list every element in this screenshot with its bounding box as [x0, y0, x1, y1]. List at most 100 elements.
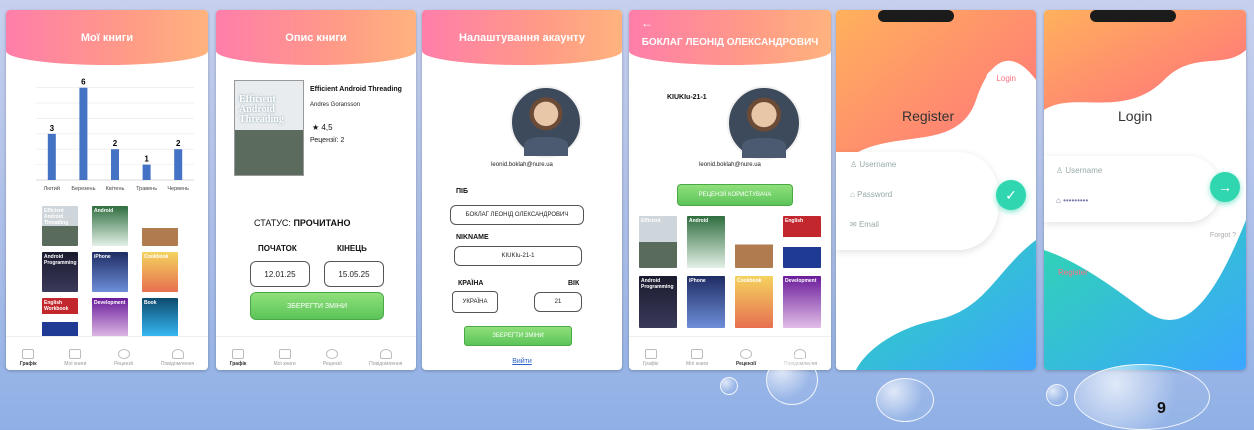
age-label: ВІК [568, 280, 580, 287]
nickname-field[interactable]: KIUKIu-21-1 [454, 246, 582, 266]
bottom-nav: Графік Мої книги Рецензії Повідомлення [6, 336, 208, 370]
book-thumbnail[interactable]: Development [92, 298, 128, 338]
book-thumbnail[interactable]: iPhone [687, 276, 725, 328]
book-thumbnail[interactable]: Kotlin [735, 216, 773, 268]
data-label: 1 [144, 155, 149, 164]
user-icon: ♙ [1056, 166, 1064, 175]
book-thumbnail[interactable]: Efficient [639, 216, 677, 268]
screen-title: Login [1118, 108, 1153, 124]
book-thumbnail[interactable]: Android [92, 206, 128, 246]
book-author: Andres Goransson [310, 102, 361, 108]
save-changes-button[interactable]: ЗБЕРЕГТИ ЗМІНИ [250, 292, 384, 320]
star-icon [740, 349, 753, 359]
x-tick-label: Березень [71, 186, 95, 192]
start-date-field[interactable]: 12.01.25 [250, 261, 310, 287]
nav-reviews[interactable]: Рецензії [736, 349, 756, 367]
arrow-right-icon[interactable]: → [1210, 172, 1240, 202]
lock-icon: ⌂ [850, 190, 855, 199]
nav-notifications[interactable]: Повідомлення [161, 349, 194, 367]
bar-chart: 3 Лютий 6 Березень 2 Квітень 1 Травень 2 Червень [36, 78, 194, 192]
nav-label: Рецензії [735, 361, 757, 367]
nav-label: Повідомлення [160, 361, 195, 367]
country-field[interactable]: УКРАЇНА [452, 291, 498, 313]
book-thumbnail[interactable]: Android Programming [42, 252, 78, 292]
user-email: leonid.boklah@nure.ua [699, 162, 761, 168]
book-thumbnail[interactable]: English [783, 216, 821, 268]
book-thumbnail[interactable]: Android Programming [639, 276, 677, 328]
forgot-password-link[interactable]: Forgot ? [1210, 232, 1236, 239]
book-thumbnail[interactable]: English Workbook [42, 298, 78, 338]
nav-reviews[interactable]: Рецензії [114, 349, 133, 367]
book-icon [691, 349, 704, 359]
register-link[interactable]: Register [1058, 268, 1088, 277]
nav-my-books[interactable]: Мої книги [274, 349, 296, 367]
nav-label: Мої книги [686, 361, 709, 367]
cover-title: Efficient Android Threading [239, 94, 284, 125]
bar [47, 133, 56, 180]
age-field[interactable]: 21 [534, 292, 582, 312]
book-grid: Efficient Android Kotlin English Android Pro… [639, 216, 823, 332]
nav-label: Графік [19, 361, 37, 367]
book-thumbnail[interactable]: Book [142, 298, 178, 338]
nav-reviews[interactable]: Рецензії [323, 349, 342, 367]
book-grid: Efficient Android Threading Android Kotlin… [42, 206, 182, 342]
nav-my-books[interactable]: Мої книги [64, 349, 86, 367]
screen-my-books: Мої книги 3 Лютий 6 Березень 2 Квітень 1 Травен… [6, 10, 208, 370]
book-thumbnail[interactable]: Efficient Android Threading [42, 206, 78, 246]
nav-label: Повідомлення [369, 361, 403, 367]
x-tick-label: Лютий [44, 185, 60, 192]
user-icon: ♙ [850, 160, 858, 169]
book-thumbnail[interactable]: Development [783, 276, 821, 328]
name-label: ПІБ [456, 188, 469, 195]
profile-nickname: KIUKIu-21-1 [667, 94, 707, 101]
nav-notifications[interactable]: Повідомлення [369, 349, 402, 367]
screen-title: Register [902, 108, 955, 124]
username-input[interactable]: ♙ Username [850, 160, 970, 174]
lock-icon: ⌂ [1056, 196, 1061, 205]
book-thumbnail[interactable]: Cookbook [142, 252, 178, 292]
bar [111, 149, 119, 180]
x-tick-label: Травень [136, 186, 157, 192]
nav-chart[interactable]: Графік [643, 349, 658, 367]
nav-label: Мої книги [273, 361, 296, 367]
screen-user-profile: ← БОКЛАГ ЛЕОНІД ОЛЕКСАНДРОВИЧ KIUKIu-21-… [629, 10, 831, 370]
bar [142, 164, 151, 180]
book-thumbnail[interactable]: Cookbook [735, 276, 773, 328]
user-avatar [727, 86, 801, 160]
back-arrow-icon[interactable]: ← [641, 16, 653, 30]
nav-label: Рецензії [114, 361, 134, 367]
logout-link[interactable]: Вийти [422, 358, 622, 365]
password-input[interactable]: ⌂ ••••••••• [1056, 196, 1186, 210]
nav-my-books[interactable]: Мої книги [686, 349, 708, 367]
home-icon [231, 349, 244, 359]
check-icon[interactable]: ✓ [996, 180, 1026, 210]
decorative-bubble [876, 378, 934, 422]
screen-header: Опис книги [216, 10, 416, 65]
end-date-field[interactable]: 15.05.25 [324, 261, 384, 287]
book-thumbnail[interactable]: Kotlin [142, 206, 178, 246]
bell-icon [171, 349, 184, 359]
book-thumbnail[interactable]: Android [687, 216, 725, 268]
nav-chart[interactable]: Графік [20, 349, 37, 367]
name-field[interactable]: БОКЛАГ ЛЕОНІД ОЛЕКСАНДРОВИЧ [450, 205, 584, 225]
login-link[interactable]: Login [986, 70, 1026, 87]
data-label: 6 [81, 78, 86, 87]
password-input[interactable]: ⌂ Password [850, 190, 970, 204]
start-label: ПОЧАТОК [258, 244, 297, 253]
data-label: 3 [50, 124, 55, 133]
country-label: КРАЇНА [458, 280, 484, 287]
book-thumbnail[interactable]: iPhone [92, 252, 128, 292]
decorative-bubble [1074, 364, 1210, 430]
screen-account-settings: Налаштування акаунту leonid.boklah@nure.… [422, 10, 622, 370]
decorative-bubble [766, 355, 818, 405]
status-value: ПРОЧИТАНО [293, 218, 351, 228]
user-reviews-button[interactable]: РЕЦЕНЗІЇ КОРИСТУВАЧА [677, 184, 793, 206]
nav-chart[interactable]: Графік [230, 349, 246, 367]
nickname-label: NIKNAME [456, 234, 489, 241]
save-changes-button[interactable]: ЗБЕРЕГТИ ЗМІНИ [464, 326, 572, 346]
user-avatar [510, 86, 582, 158]
username-input[interactable]: ♙ Username [1056, 166, 1186, 180]
status-label: СТАТУС: [254, 218, 291, 228]
email-input[interactable]: ✉ Email [850, 220, 970, 234]
review-count: Рецензії: 2 [310, 137, 345, 144]
